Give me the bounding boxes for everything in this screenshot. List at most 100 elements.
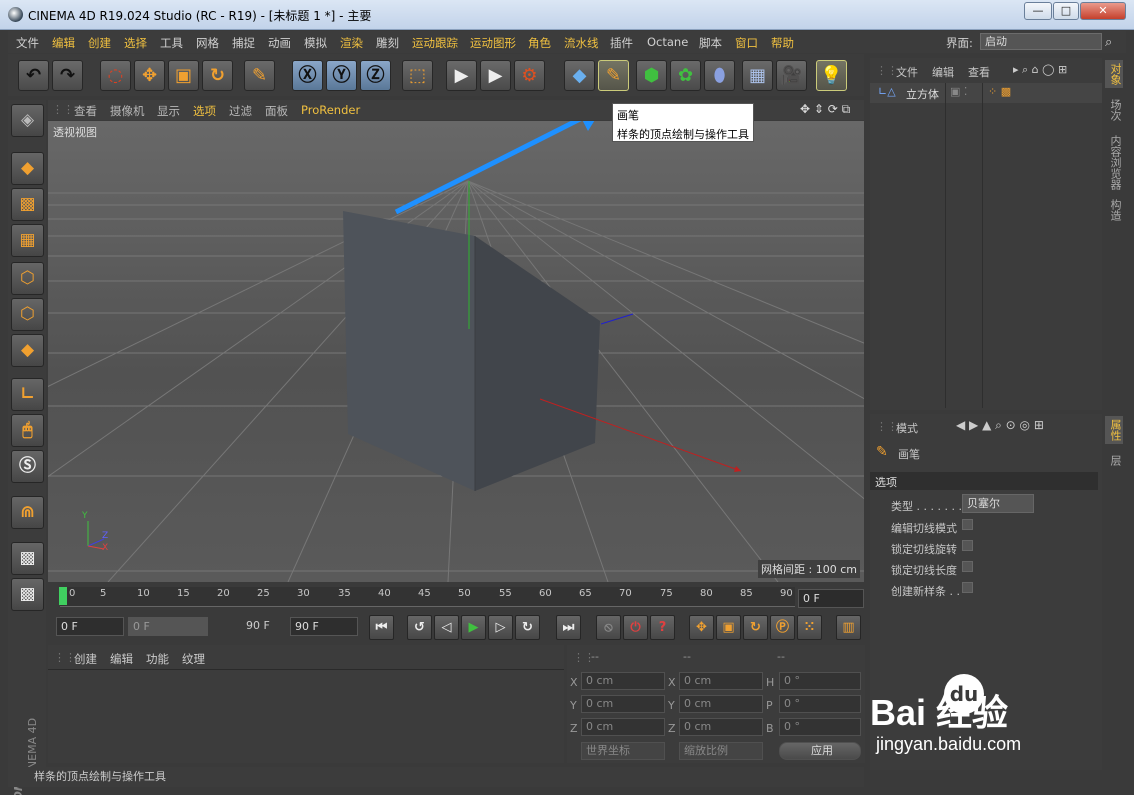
- keyframe-selection-icon[interactable]: ?: [650, 615, 675, 640]
- undo-icon[interactable]: ↶: [18, 60, 49, 91]
- timeline-window-icon[interactable]: ▥: [836, 615, 861, 640]
- object-row-cube[interactable]: ∟△ 立方体 ▣ ⁚ ⁘ ▩: [870, 83, 1102, 103]
- apply-button[interactable]: 应用: [779, 742, 861, 760]
- viewport-menu-panel[interactable]: 面板: [265, 103, 288, 119]
- autokey-icon[interactable]: ⏻: [623, 615, 648, 640]
- key-position-icon[interactable]: ✥: [689, 615, 714, 640]
- size-x-field[interactable]: 0 cm: [679, 672, 763, 690]
- key-param-icon[interactable]: Ⓟ: [770, 615, 795, 640]
- object-menu-edit[interactable]: 编辑: [932, 64, 954, 80]
- pos-x-field[interactable]: 0 cm: [581, 672, 665, 690]
- size-y-field[interactable]: 0 cm: [679, 695, 763, 713]
- pos-y-field[interactable]: 0 cm: [581, 695, 665, 713]
- end-frame-field[interactable]: 90 F: [290, 617, 358, 636]
- tab-takes[interactable]: 场次: [1105, 96, 1123, 124]
- go-to-end-icon[interactable]: ⏭: [556, 615, 581, 640]
- live-select-icon[interactable]: ◌: [100, 60, 131, 91]
- viewport-navigation-icons[interactable]: ✥ ⇕ ⟳ ⧉: [800, 102, 850, 117]
- tab-objects[interactable]: 对象: [1105, 60, 1123, 88]
- object-manager-tools-icons[interactable]: ▸ ⌕ ⌂ ◯ ⊞: [1013, 63, 1067, 77]
- maximize-button[interactable]: □: [1053, 2, 1079, 20]
- menu-script[interactable]: 脚本: [699, 35, 722, 51]
- edges-mode-icon[interactable]: ⬡: [11, 298, 44, 331]
- attr-menu-mode[interactable]: 模式: [896, 420, 918, 436]
- options-section-header[interactable]: 选项: [870, 472, 1098, 490]
- playhead[interactable]: [59, 587, 67, 605]
- attr-nav-icons[interactable]: ◀ ▶ ▲ ⌕ ⊙ ◎ ⊞: [956, 418, 1044, 433]
- menu-mograph[interactable]: 运动图形: [470, 35, 516, 51]
- menu-snap[interactable]: 捕捉: [232, 35, 255, 51]
- menu-animate[interactable]: 动画: [268, 35, 291, 51]
- search-icon[interactable]: ⌕: [1105, 35, 1112, 50]
- edit-tangent-mode-checkbox[interactable]: [962, 519, 973, 530]
- model-mode-icon[interactable]: ◆: [11, 152, 44, 185]
- menu-create[interactable]: 创建: [88, 35, 111, 51]
- create-new-spline-checkbox[interactable]: [962, 582, 973, 593]
- material-menu-edit[interactable]: 编辑: [110, 651, 133, 667]
- lock-tangent-rotation-checkbox[interactable]: [962, 540, 973, 551]
- cube-object-icon[interactable]: ◆: [564, 60, 595, 91]
- tag-icons[interactable]: ⁘ ▩: [988, 85, 1011, 98]
- subdivision-surface-icon[interactable]: ⬢: [636, 60, 667, 91]
- world-coordinates-select[interactable]: 世界坐标: [581, 742, 665, 760]
- polygons-mode-icon[interactable]: ◆: [11, 334, 44, 367]
- tweak-mode-icon[interactable]: 🖱: [11, 414, 44, 447]
- menu-select[interactable]: 选择: [124, 35, 147, 51]
- workplane-mode-icon[interactable]: ▦: [11, 224, 44, 257]
- layout-select[interactable]: 启动: [980, 33, 1102, 50]
- previous-frame-icon[interactable]: ◁: [434, 615, 459, 640]
- next-frame-icon[interactable]: ▷: [488, 615, 513, 640]
- pen-tool-icon[interactable]: ✎: [244, 60, 275, 91]
- rotate-icon[interactable]: ↻: [202, 60, 233, 91]
- menu-render[interactable]: 渲染: [340, 35, 363, 51]
- material-menu-create[interactable]: 创建: [74, 651, 97, 667]
- pos-z-field[interactable]: 0 cm: [581, 718, 665, 736]
- rot-p-field[interactable]: 0 °: [779, 695, 861, 713]
- viewport-menu-options[interactable]: 选项: [193, 103, 216, 119]
- rot-h-field[interactable]: 0 °: [779, 672, 861, 690]
- menu-help[interactable]: 帮助: [771, 35, 794, 51]
- redo-icon[interactable]: ↷: [52, 60, 83, 91]
- render-settings-icon[interactable]: ⚙: [514, 60, 545, 91]
- coordinate-system-icon[interactable]: ⬚: [402, 60, 433, 91]
- menu-tools[interactable]: 工具: [160, 35, 183, 51]
- type-select[interactable]: 贝塞尔: [962, 494, 1034, 513]
- menu-sculpt[interactable]: 雕刻: [376, 35, 399, 51]
- range-end-label[interactable]: 90 F: [246, 619, 270, 632]
- points-mode-icon[interactable]: ⬡: [11, 262, 44, 295]
- solo-icon[interactable]: Ⓢ: [11, 450, 44, 483]
- deformer-icon[interactable]: ⬮: [704, 60, 735, 91]
- start-frame-field[interactable]: 0 F: [56, 617, 124, 636]
- move-icon[interactable]: ✥: [134, 60, 165, 91]
- menu-motion-tracking[interactable]: 运动跟踪: [412, 35, 458, 51]
- tab-layers[interactable]: 层: [1105, 452, 1123, 469]
- scale-icon[interactable]: ▣: [168, 60, 199, 91]
- go-to-start-icon[interactable]: ⏮: [369, 615, 394, 640]
- menu-simulate[interactable]: 模拟: [304, 35, 327, 51]
- next-key-icon[interactable]: ↻: [515, 615, 540, 640]
- minimize-button[interactable]: —: [1024, 2, 1052, 20]
- object-menu-view[interactable]: 查看: [968, 64, 990, 80]
- render-region-icon[interactable]: ▶: [446, 60, 477, 91]
- play-icon[interactable]: ▶: [461, 615, 486, 640]
- render-to-picture-viewer-icon[interactable]: ▶: [480, 60, 511, 91]
- rot-b-field[interactable]: 0 °: [779, 718, 861, 736]
- tab-structure[interactable]: 构造: [1105, 196, 1123, 224]
- key-rotation-icon[interactable]: ↻: [743, 615, 768, 640]
- menu-edit[interactable]: 编辑: [52, 35, 75, 51]
- previous-key-icon[interactable]: ↺: [407, 615, 432, 640]
- key-scale-icon[interactable]: ▣: [716, 615, 741, 640]
- object-menu-file[interactable]: 文件: [896, 64, 918, 80]
- snapping-icon[interactable]: ⋒: [11, 496, 44, 529]
- current-frame-field[interactable]: 0 F: [798, 589, 864, 608]
- scale-mode-select[interactable]: 缩放比例: [679, 742, 763, 760]
- light-icon[interactable]: 💡: [816, 60, 847, 91]
- menu-character[interactable]: 角色: [528, 35, 551, 51]
- key-pla-icon[interactable]: ⁙: [797, 615, 822, 640]
- material-menu-texture[interactable]: 纹理: [182, 651, 205, 667]
- camera-icon[interactable]: 🎥: [776, 60, 807, 91]
- material-menu-function[interactable]: 功能: [146, 651, 169, 667]
- timeline[interactable]: 0 5 10 15 20 25 30 35 40 45 50 55 60 65 …: [48, 583, 864, 611]
- size-z-field[interactable]: 0 cm: [679, 718, 763, 736]
- viewport-menu-camera[interactable]: 摄像机: [110, 103, 145, 119]
